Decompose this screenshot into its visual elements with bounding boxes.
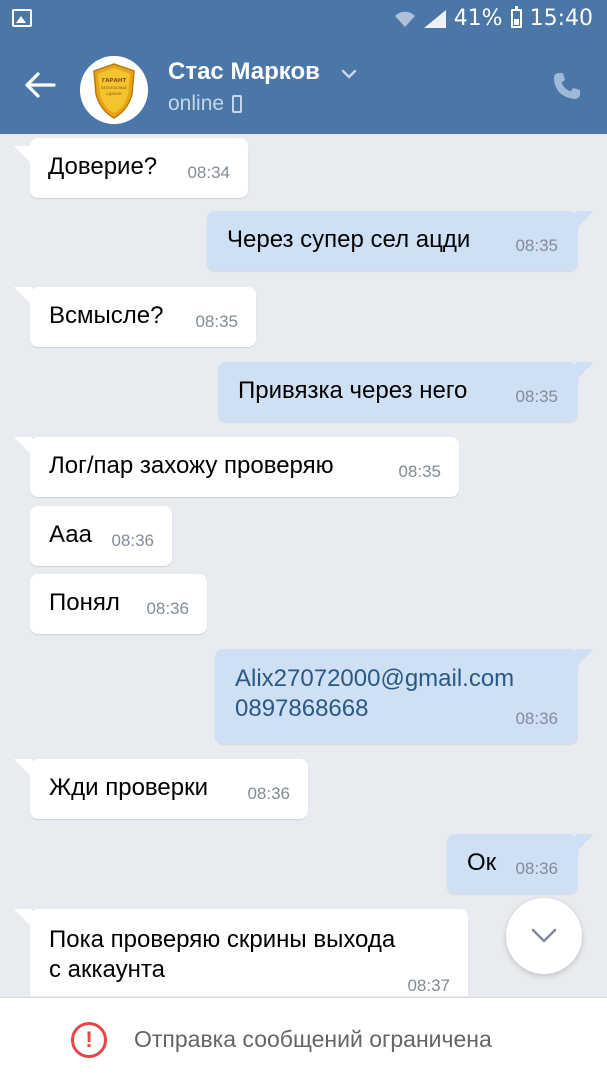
status-indicators: 41% 15:40 [394, 6, 593, 31]
message-incoming[interactable]: Жди проверки 08:36 [14, 759, 308, 819]
message-outgoing[interactable]: Через супер сел ацди 08:35 [207, 211, 594, 271]
message-outgoing[interactable]: Привязка через него 08:35 [218, 362, 594, 422]
bubble-tail [14, 287, 32, 305]
phone-number-link[interactable]: 0897868668 [235, 694, 558, 724]
message-text: Жди проверки [49, 774, 209, 801]
message-incoming[interactable]: Лог/пар захожу проверяю 08:35 [14, 437, 459, 497]
gallery-icon [12, 9, 32, 27]
svg-text:ГАРАНТ: ГАРАНТ [102, 78, 127, 84]
message-time: 08:35 [515, 236, 558, 255]
message-text: Ааа [49, 521, 92, 548]
message-incoming[interactable]: Понял 08:36 [30, 574, 207, 634]
message-text: Через супер сел ацди [227, 226, 471, 253]
chevron-down-icon[interactable] [340, 68, 358, 80]
chat-header: ГАРАНТ БЕЗОПАСНЫХ СДЕЛОК Стас Марков onl… [0, 38, 607, 134]
email-link[interactable]: Alix27072000@gmail.com [235, 664, 558, 694]
message-incoming[interactable]: Доверие? 08:34 [14, 138, 248, 198]
avatar[interactable]: ГАРАНТ БЕЗОПАСНЫХ СДЕЛОК [80, 56, 148, 124]
bubble-tail [14, 909, 32, 927]
restriction-notice: Отправка сообщений ограничена [134, 1026, 492, 1052]
message-time: 08:36 [111, 531, 154, 550]
message-text: Лог/пар захожу проверяю [49, 452, 334, 479]
bubble-tail [576, 834, 594, 852]
chevron-down-icon [531, 928, 557, 943]
message-time: 08:37 [407, 976, 450, 995]
battery-icon [510, 6, 522, 28]
message-time: 08:34 [187, 163, 230, 182]
battery-percent: 41% [453, 6, 503, 31]
messaging-restricted-bar: ! Отправка сообщений ограничена [0, 997, 607, 1081]
warning-icon: ! [71, 1022, 107, 1058]
bubble-tail [14, 437, 32, 455]
back-arrow-icon [25, 72, 56, 98]
message-time: 08:36 [146, 599, 189, 618]
scroll-to-bottom-button[interactable] [506, 898, 582, 974]
message-time: 08:36 [515, 709, 558, 728]
message-text: Доверие? [48, 153, 158, 180]
message-incoming[interactable]: Всмысле? 08:35 [14, 287, 256, 347]
bubble-tail [14, 146, 32, 164]
mobile-icon [232, 95, 243, 113]
status-text: online [168, 92, 225, 115]
message-time: 08:36 [247, 784, 290, 803]
message-time: 08:35 [515, 387, 558, 406]
svg-text:БЕЗОПАСНЫХ: БЕЗОПАСНЫХ [101, 86, 127, 90]
phone-icon [554, 73, 580, 99]
message-outgoing[interactable]: Alix27072000@gmail.com 0897868668 08:36 [215, 649, 594, 744]
message-time: 08:35 [398, 462, 441, 481]
call-button[interactable] [551, 70, 583, 102]
bubble-tail [14, 759, 32, 777]
message-text: Всмысле? [49, 302, 164, 329]
online-status: online [168, 92, 243, 116]
signal-icon [423, 9, 446, 28]
message-time: 08:36 [515, 859, 558, 878]
bubble-tail [576, 649, 594, 667]
contact-name[interactable]: Стас Марков [168, 58, 320, 86]
clock: 15:40 [529, 6, 593, 31]
message-list[interactable]: Доверие? 08:34 Через супер сел ацди 08:3… [0, 134, 607, 996]
bubble-tail [576, 362, 594, 380]
wifi-icon [394, 11, 415, 27]
back-button[interactable] [22, 70, 58, 100]
message-text: Привязка через него [238, 377, 468, 404]
message-incoming[interactable]: Ааа 08:36 [30, 506, 172, 566]
status-bar: 41% 15:40 [0, 0, 607, 38]
svg-text:СДЕЛОК: СДЕЛОК [106, 92, 122, 96]
message-text: Ок [467, 849, 497, 876]
message-incoming[interactable]: Пока проверяю скрины выхода с аккаунта 0… [14, 909, 468, 996]
message-text-line: Пока проверяю скрины выхода [49, 926, 396, 953]
message-text: Понял [49, 589, 120, 616]
message-time: 08:35 [195, 312, 238, 331]
bubble-tail [576, 211, 594, 229]
message-outgoing[interactable]: Ок 08:36 [447, 834, 594, 894]
guarantee-shield-logo: ГАРАНТ БЕЗОПАСНЫХ СДЕЛОК [80, 56, 148, 124]
message-text-line: с аккаунта [49, 956, 165, 983]
